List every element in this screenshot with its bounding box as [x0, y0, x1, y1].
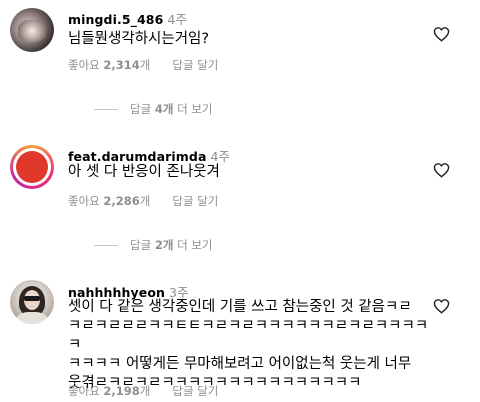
avatar[interactable] — [10, 145, 54, 189]
likes-count[interactable]: 좋아요 2,286개 — [68, 194, 150, 208]
comment-text: 셋이 다 같은 생각중인데 기를 쓰고 참는중인 것 같음ㅋㄹ ㅋㄹㅋㄹㄹㄹㅋㅋ… — [68, 298, 430, 393]
heart-outline-icon[interactable] — [433, 26, 450, 42]
comment-text: 님들뭔생각하시는거임? — [68, 31, 210, 47]
avatar[interactable] — [10, 280, 54, 324]
comment-time: 4주 — [210, 149, 231, 164]
comment-meta: 좋아요 2,286개 답글 달기 — [68, 193, 218, 209]
comment-text-line: ㅋㄹㅋㄹㄹㄹㅋㅋㅌㅌㅋㄹㅋㄹㅋㅋㅋㅋㅋㅋㄹㅋㄹㅋㅋㅋㅋㅋ — [68, 318, 429, 353]
comment-time: 4주 — [167, 12, 188, 27]
heart-outline-icon[interactable] — [433, 162, 450, 178]
view-replies-button[interactable]: 답글 4개 더 보기 — [94, 101, 212, 117]
view-replies-button[interactable]: 답글 2개 더 보기 — [94, 237, 212, 253]
likes-count[interactable]: 좋아요 2,314개 — [68, 58, 150, 72]
reply-button[interactable]: 답글 달기 — [172, 194, 218, 208]
username-text[interactable]: feat.darumdarimda — [68, 149, 207, 164]
divider-line — [94, 109, 118, 110]
divider-line — [94, 245, 118, 246]
comment-text-line: ㅋㅋㅋㅋ 어떻게든 무마해보려고 어이없는척 웃는게 너무 — [68, 356, 412, 372]
reply-button[interactable]: 답글 달기 — [172, 384, 218, 398]
avatar[interactable] — [10, 8, 54, 52]
reply-button[interactable]: 답글 달기 — [172, 58, 218, 72]
comment-text-line: 셋이 다 같은 생각중인데 기를 쓰고 참는중인 것 같음ㅋㄹ — [68, 299, 412, 315]
comment-meta: 좋아요 2,198개 답글 달기 — [68, 383, 218, 399]
comment-text: 아 셋 다 반응이 존나웃겨 — [68, 164, 220, 180]
comment-username[interactable]: mingdi.5_486 4주 — [68, 9, 187, 28]
likes-count[interactable]: 좋아요 2,198개 — [68, 384, 150, 398]
username-text[interactable]: mingdi.5_486 — [68, 12, 163, 27]
heart-outline-icon[interactable] — [433, 298, 450, 314]
comment-meta: 좋아요 2,314개 답글 달기 — [68, 57, 218, 73]
